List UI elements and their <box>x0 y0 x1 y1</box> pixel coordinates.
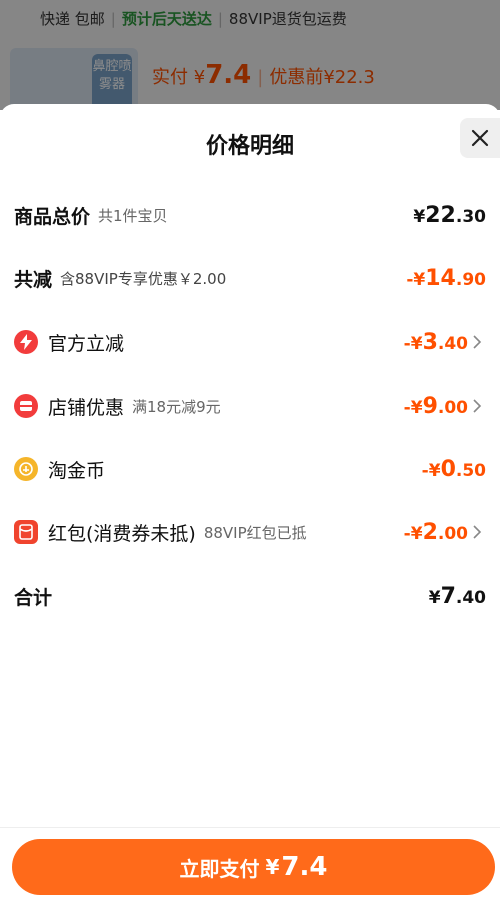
chevron-right-icon <box>472 525 486 539</box>
row-label: 淘金币 <box>48 459 106 482</box>
row-amount: -¥2.00 <box>404 520 468 545</box>
amount-dec: .40 <box>437 333 468 354</box>
footer-bar: 立即支付 ¥7.4 <box>0 827 500 903</box>
row-amount: -¥3.40 <box>404 330 468 355</box>
row-amount: ¥7.40 <box>429 584 486 609</box>
row-total: 商品总价 共1件宝贝 ¥22.30 <box>14 198 486 232</box>
red-packet-icon <box>14 520 38 544</box>
row-redpacket[interactable]: 红包(消费券未抵) 88VIP红包已抵 -¥2.00 <box>14 515 486 549</box>
row-amount: -¥14.90 <box>406 266 486 291</box>
amount-int: 7 <box>440 583 456 609</box>
row-sub: 88VIP红包已抵 <box>203 523 307 542</box>
row-amount: ¥22.30 <box>413 203 486 228</box>
amount-dec: .50 <box>455 460 486 481</box>
amount-int: 14 <box>425 265 456 291</box>
currency: ¥ <box>413 206 426 227</box>
row-sub: 共1件宝贝 <box>98 206 168 225</box>
currency: ¥ <box>428 587 441 608</box>
row-amount: -¥0.50 <box>422 457 486 482</box>
row-label: 商品总价 <box>14 205 91 228</box>
sheet-title: 价格明细 <box>205 134 294 159</box>
amount-dec: .30 <box>455 206 486 227</box>
overlay-mask[interactable] <box>0 0 500 110</box>
amount-int: 3 <box>422 329 438 355</box>
pay-now-button[interactable]: 立即支付 ¥7.4 <box>12 839 495 895</box>
currency: -¥ <box>406 269 426 290</box>
currency: -¥ <box>403 523 423 544</box>
row-sum: 合计 ¥7.40 <box>14 579 486 613</box>
row-amount: -¥9.00 <box>404 394 468 419</box>
pay-label: 立即支付 <box>179 856 260 881</box>
amount-int: 0 <box>440 456 456 482</box>
row-store[interactable]: 店铺优惠 满18元减9元 -¥9.00 <box>14 389 486 423</box>
row-label: 共减 <box>14 268 53 291</box>
row-coins: 淘金币 -¥0.50 <box>14 452 486 486</box>
row-discount: 共减 含88VIP专享优惠￥2.00 -¥14.90 <box>14 261 486 295</box>
row-label: 红包(消费券未抵) <box>48 522 196 545</box>
row-label: 官方立减 <box>48 332 125 355</box>
background-page: 快递 包邮 | 预计后天送达 | 88VIP退货包运费 鼻腔喷雾器 实付 ¥7.4 | 优惠… <box>0 0 500 110</box>
amount-dec: .00 <box>437 397 468 418</box>
row-official[interactable]: 官方立减 -¥3.40 <box>14 325 486 359</box>
amount-dec: .40 <box>455 587 486 608</box>
amount-dec: .90 <box>455 269 486 290</box>
coin-icon <box>14 457 38 481</box>
chevron-right-icon <box>472 399 486 413</box>
price-detail-sheet: 价格明细 商品总价 共1件宝贝 ¥22.30 共减 含88VIP专享优惠￥2.0… <box>0 104 500 903</box>
pay-currency: ¥ <box>265 855 280 879</box>
row-label: 店铺优惠 <box>48 396 125 419</box>
close-button[interactable] <box>460 118 500 158</box>
lightning-icon <box>14 330 38 354</box>
currency: -¥ <box>421 460 441 481</box>
amount-dec: .00 <box>437 523 468 544</box>
row-sub: 满18元减9元 <box>132 397 221 416</box>
close-icon <box>471 129 489 147</box>
row-label: 合计 <box>14 586 53 609</box>
pay-amount: 7.4 <box>281 852 328 882</box>
currency: -¥ <box>403 397 423 418</box>
row-sub: 含88VIP专享优惠￥2.00 <box>60 269 227 288</box>
amount-int: 2 <box>422 519 438 545</box>
amount-int: 22 <box>425 202 456 228</box>
currency: -¥ <box>403 333 423 354</box>
store-coupon-icon <box>14 394 38 418</box>
chevron-right-icon <box>472 335 486 349</box>
amount-int: 9 <box>422 393 438 419</box>
